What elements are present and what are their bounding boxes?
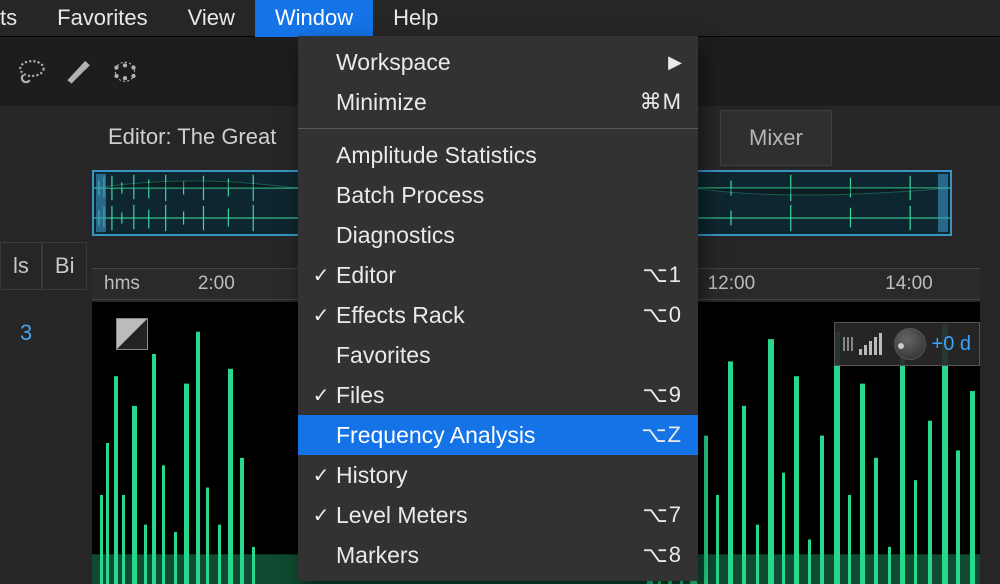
brush-icon[interactable] xyxy=(62,58,96,86)
menu-level-meters[interactable]: ✓ Level Meters ⌥7 xyxy=(298,495,698,535)
window-menu: Workspace ▶ Minimize ⌘M Amplitude Statis… xyxy=(298,36,698,581)
menu-favorites[interactable]: Favorites xyxy=(298,335,698,375)
menu-workspace[interactable]: Workspace ▶ xyxy=(298,42,698,82)
menu-item-help[interactable]: Help xyxy=(373,0,458,37)
menu-diagnostics[interactable]: Diagnostics xyxy=(298,215,698,255)
side-tab[interactable]: Bi xyxy=(42,242,88,290)
menu-separator xyxy=(298,128,698,129)
side-tabs: ls Bi xyxy=(0,242,87,290)
menu-effects-rack[interactable]: ✓ Effects Rack ⌥0 xyxy=(298,295,698,335)
channel-toggle-icon[interactable] xyxy=(116,318,148,350)
check-icon: ✓ xyxy=(306,303,336,328)
check-icon: ✓ xyxy=(306,263,336,288)
menu-item-window[interactable]: Window xyxy=(255,0,373,37)
submenu-arrow-icon: ▶ xyxy=(668,52,682,73)
check-icon: ✓ xyxy=(306,383,336,408)
menu-files[interactable]: ✓ Files ⌥9 xyxy=(298,375,698,415)
menu-item-view[interactable]: View xyxy=(168,0,255,37)
menu-item[interactable]: ts xyxy=(0,0,37,37)
file-count: 3 xyxy=(20,320,32,346)
mixer-tab[interactable]: Mixer xyxy=(720,110,832,166)
menu-amplitude-statistics[interactable]: Amplitude Statistics xyxy=(298,135,698,175)
editor-tab[interactable]: Editor: The Great xyxy=(90,112,294,162)
menu-item-favorites[interactable]: Favorites xyxy=(37,0,167,37)
level-bars-icon xyxy=(859,333,882,355)
menu-markers[interactable]: Markers ⌥8 xyxy=(298,535,698,575)
heal-icon[interactable] xyxy=(108,58,142,86)
ruler-tick: 2:00 xyxy=(198,273,235,295)
zoom-control: +0 d xyxy=(834,322,980,366)
menu-editor[interactable]: ✓ Editor ⌥1 xyxy=(298,255,698,295)
check-icon: ✓ xyxy=(306,503,336,528)
menu-batch-process[interactable]: Batch Process xyxy=(298,175,698,215)
menu-history[interactable]: ✓ History xyxy=(298,455,698,495)
menu-minimize[interactable]: Minimize ⌘M xyxy=(298,82,698,122)
gain-value: +0 d xyxy=(932,333,971,356)
gain-knob[interactable] xyxy=(894,328,926,360)
ruler-tick: 12:00 xyxy=(708,273,756,295)
check-icon: ✓ xyxy=(306,463,336,488)
menubar: ts Favorites View Window Help xyxy=(0,0,1000,36)
side-tab[interactable]: ls xyxy=(0,242,42,290)
ruler-tick: 14:00 xyxy=(885,273,933,295)
scale-icon[interactable] xyxy=(843,337,853,351)
lasso-icon[interactable] xyxy=(16,58,50,86)
menu-frequency-analysis[interactable]: Frequency Analysis ⌥Z xyxy=(298,415,698,455)
ruler-unit-label: hms xyxy=(104,273,140,295)
